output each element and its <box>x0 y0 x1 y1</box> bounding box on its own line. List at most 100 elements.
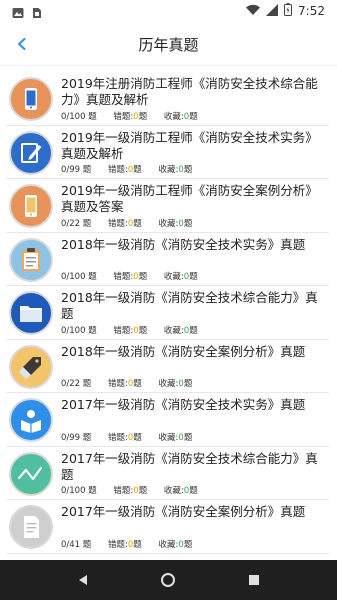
favorites-label: 收藏: <box>158 165 179 175</box>
unit-label: 题 <box>133 432 142 443</box>
list-item[interactable]: 2018年一级消防《消防安全技术综合能力》真题 0/100 题 错题:0题 收藏… <box>6 286 329 340</box>
item-progress: 0/99 题 <box>61 165 92 175</box>
item-progress: 0/22 题 <box>61 218 92 229</box>
list-item[interactable]: 2017年一级消防《消防安全案例分析》真题 0/41 题 错题:0题 收藏:0题 <box>6 500 329 554</box>
item-meta: 0/100 题 错题:0题 收藏:0题 <box>61 270 212 282</box>
errors-label: 错题: <box>113 111 134 122</box>
list-item[interactable]: 2017年一级消防《消防安全技术实务》真题 0/99 题 错题:0题 收藏:0题 <box>6 393 329 447</box>
item-meta: 0/22 题 错题:0题 收藏:0题 <box>61 217 206 229</box>
unit-label: 题 <box>183 165 193 175</box>
nav-recents-button[interactable] <box>234 560 274 600</box>
list-item[interactable]: 2017年一级消防《消防安全技术综合能力》真题 0/100 题 错题:0题 收藏… <box>6 447 329 500</box>
triangle-back-icon <box>78 575 87 585</box>
item-progress: 0/41 题 <box>61 539 92 550</box>
list-item[interactable]: 2019年一级消防工程师《消防安全案例分析》真题及答案 0/22 题 错题:0题… <box>6 179 329 233</box>
list-item[interactable]: 2019年注册消防工程师《消防安全技术综合能力》真题及解析 0/100 题 错题… <box>6 72 329 126</box>
item-title: 2019年注册消防工程师《消防安全技术综合能力》真题及解析 <box>61 76 318 107</box>
item-title: 2019年一级消防工程师《消防安全技术实务》真题及解析 <box>61 129 318 161</box>
unit-label: 题 <box>133 218 142 229</box>
folder-icon <box>9 291 53 335</box>
favorites-label: 收藏: <box>163 486 184 496</box>
item-progress: 0/100 题 <box>61 486 97 496</box>
status-time: 7:52 <box>298 4 325 18</box>
favorites-label: 收藏: <box>163 325 184 336</box>
nav-home-button[interactable] <box>148 560 188 600</box>
status-left-icons <box>12 4 42 23</box>
item-progress: 0/99 题 <box>61 432 92 443</box>
errors-label: 错题: <box>113 325 134 336</box>
favorites-label: 收藏: <box>158 379 179 389</box>
item-progress: 0/100 题 <box>61 272 97 282</box>
unit-label: 题 <box>189 272 198 282</box>
item-title: 2017年一级消防《消防安全技术实务》真题 <box>61 397 306 412</box>
circle-home-icon <box>161 573 176 587</box>
unit-label: 题 <box>138 325 148 336</box>
chart-line-icon <box>9 451 53 496</box>
item-progress: 0/100 题 <box>61 111 97 122</box>
unit-label: 题 <box>133 539 142 550</box>
errors-label: 错题: <box>108 165 128 175</box>
favorites-label: 收藏: <box>158 218 179 229</box>
errors-label: 错题: <box>113 486 134 496</box>
status-bar: 7:52 <box>0 0 337 22</box>
item-title: 2018年一级消防《消防安全技术综合能力》真题 <box>61 290 318 321</box>
unit-label: 题 <box>183 379 193 389</box>
unit-label: 题 <box>133 165 142 175</box>
item-title: 2019年一级消防工程师《消防安全案例分析》真题及答案 <box>61 183 318 214</box>
reader-icon <box>9 398 53 442</box>
phone-icon <box>9 77 53 121</box>
errors-label: 错题: <box>108 218 128 229</box>
cell-signal-icon <box>266 3 279 19</box>
item-title: 2018年一级消防《消防安全案例分析》真题 <box>61 343 306 359</box>
item-progress: 0/22 题 <box>61 379 92 389</box>
errors-label: 错题: <box>108 432 128 443</box>
unit-label: 题 <box>133 379 142 389</box>
square-recents-icon <box>249 575 260 585</box>
unit-label: 题 <box>138 272 148 282</box>
unit-label: 题 <box>183 432 193 443</box>
errors-label: 错题: <box>108 539 128 550</box>
clipboard-icon <box>9 237 53 282</box>
item-meta: 0/100 题 错题:0题 收藏:0题 <box>61 110 212 122</box>
edit-icon <box>9 130 53 175</box>
item-meta: 0/22 题 错题:0题 收藏:0题 <box>61 377 206 389</box>
system-nav-bar <box>0 560 337 600</box>
item-meta: 0/100 题 错题:0题 收藏:0题 <box>61 484 212 496</box>
battery-icon <box>284 3 293 19</box>
item-meta: 0/41 题 错题:0题 收藏:0题 <box>61 538 206 550</box>
unit-label: 题 <box>138 486 148 496</box>
item-title: 2017年一级消防《消防安全技术综合能力》真题 <box>61 450 318 482</box>
list-item[interactable]: 2018年一级消防《消防安全案例分析》真题 0/22 题 错题:0题 收藏:0题 <box>6 340 329 393</box>
item-meta: 0/99 题 错题:0题 收藏:0题 <box>61 163 206 175</box>
item-progress: 0/100 题 <box>61 325 97 336</box>
tag-icon <box>9 344 53 389</box>
list-item[interactable]: 2018年一级消防《消防安全技术实务》真题 0/100 题 错题:0题 收藏:0… <box>6 233 329 286</box>
phone-icon <box>9 184 53 228</box>
unit-label: 题 <box>183 539 193 550</box>
item-meta: 0/100 题 错题:0题 收藏:0题 <box>61 324 212 336</box>
status-right: 7:52 <box>246 3 325 19</box>
unit-label: 题 <box>138 111 148 122</box>
list-item[interactable]: 2019年一级消防工程师《消防安全技术实务》真题及解析 0/99 题 错题:0题… <box>6 126 329 179</box>
errors-label: 错题: <box>108 379 128 389</box>
unit-label: 题 <box>189 486 198 496</box>
errors-label: 错题: <box>113 272 134 282</box>
unit-label: 题 <box>189 111 198 122</box>
wifi-icon <box>246 4 261 19</box>
favorites-label: 收藏: <box>158 432 179 443</box>
exam-list: 2019年注册消防工程师《消防安全技术综合能力》真题及解析 0/100 题 错题… <box>0 72 337 554</box>
item-meta: 0/99 题 错题:0题 收藏:0题 <box>61 431 206 443</box>
item-title: 2017年一级消防《消防安全案例分析》真题 <box>61 504 306 519</box>
sim-card-icon <box>32 4 42 23</box>
photo-icon <box>12 4 24 23</box>
nav-back-button[interactable] <box>63 560 103 600</box>
document-icon <box>9 505 53 549</box>
unit-label: 题 <box>183 218 193 229</box>
favorites-label: 收藏: <box>163 111 184 122</box>
unit-label: 题 <box>189 325 198 336</box>
app-bar: 历年真题 <box>0 22 337 66</box>
favorites-label: 收藏: <box>163 272 184 282</box>
page-title: 历年真题 <box>138 36 199 54</box>
item-title: 2018年一级消防《消防安全技术实务》真题 <box>61 236 306 252</box>
favorites-label: 收藏: <box>158 539 179 550</box>
